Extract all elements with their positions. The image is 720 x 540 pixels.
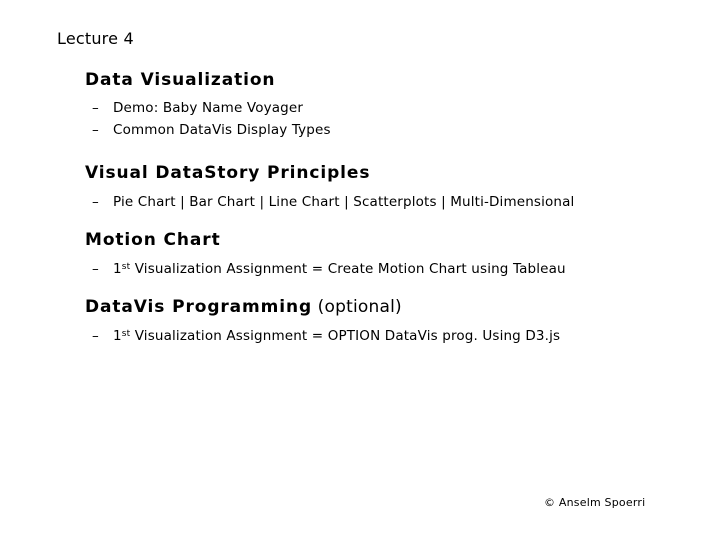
list-item-label: Common DataVis Display Types	[113, 122, 331, 138]
section-heading: DataVis Programming (optional)	[85, 297, 705, 317]
list-item: – Common DataVis Display Types	[85, 119, 705, 141]
section-heading: Visual DataStory Principles	[85, 163, 705, 183]
section-heading-text: Data Visualization	[85, 70, 275, 90]
section-data-visualization: Data Visualization – Demo: Baby Name Voy…	[85, 70, 705, 141]
bullet-dash-icon: –	[92, 119, 99, 141]
section-heading: Motion Chart	[85, 230, 705, 250]
page-title: Lecture 4	[57, 29, 134, 48]
ordinal-number: 1	[113, 261, 122, 277]
slide-canvas: Lecture 4 Data Visualization – Demo: Bab…	[0, 0, 720, 540]
section-heading-suffix: (optional)	[312, 297, 402, 317]
copyright-credit: © Anselm Spoerri	[544, 496, 645, 509]
section-visual-datastory-principles: Visual DataStory Principles – Pie Chart …	[85, 163, 705, 213]
bullet-dash-icon: –	[92, 325, 99, 347]
list-item: –1st Visualization Assignment = OPTION D…	[85, 325, 705, 347]
ordinal-suffix: st	[122, 262, 131, 272]
bullet-list: – Demo: Baby Name Voyager – Common DataV…	[85, 97, 705, 141]
bullet-list: –1st Visualization Assignment = OPTION D…	[85, 325, 705, 347]
list-item: –1st Visualization Assignment = Create M…	[85, 258, 705, 280]
bullet-list: –1st Visualization Assignment = Create M…	[85, 258, 705, 280]
list-item-label: Visualization Assignment = Create Motion…	[130, 261, 565, 277]
section-heading-text: Visual DataStory Principles	[85, 163, 370, 183]
section-datavis-programming: DataVis Programming (optional) –1st Visu…	[85, 297, 705, 347]
list-item-label: Visualization Assignment = OPTION DataVi…	[130, 328, 560, 344]
ordinal-suffix: st	[122, 329, 131, 339]
bullet-dash-icon: –	[92, 191, 99, 213]
bullet-dash-icon: –	[92, 258, 99, 280]
list-item-label: Pie Chart | Bar Chart | Line Chart | Sca…	[113, 194, 574, 210]
section-heading-text: DataVis Programming	[85, 297, 312, 317]
section-heading: Data Visualization	[85, 70, 705, 90]
section-heading-text: Motion Chart	[85, 230, 221, 250]
section-motion-chart: Motion Chart –1st Visualization Assignme…	[85, 230, 705, 280]
bullet-list: – Pie Chart | Bar Chart | Line Chart | S…	[85, 191, 705, 213]
ordinal-number: 1	[113, 328, 122, 344]
bullet-dash-icon: –	[92, 97, 99, 119]
list-item: – Pie Chart | Bar Chart | Line Chart | S…	[85, 191, 705, 213]
list-item: – Demo: Baby Name Voyager	[85, 97, 705, 119]
list-item-label: Demo: Baby Name Voyager	[113, 100, 303, 116]
